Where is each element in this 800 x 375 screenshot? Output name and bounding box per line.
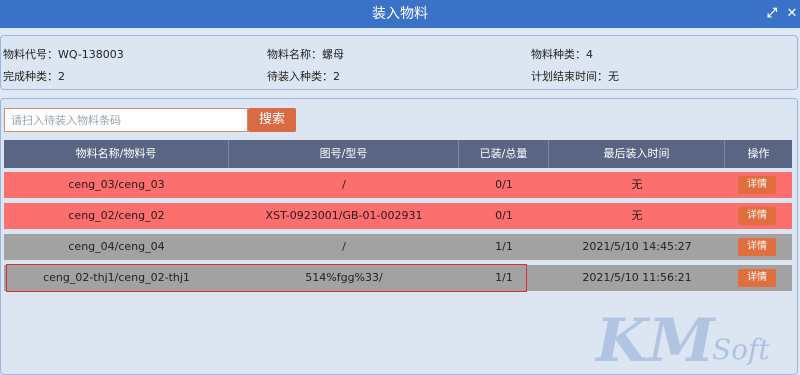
search-button[interactable]: 搜索	[248, 108, 296, 132]
material-name-cell: ceng_04/ceng_04	[68, 240, 165, 253]
quantity-cell: 1/1	[495, 240, 513, 253]
material-name-cell: ceng_03/ceng_03	[68, 178, 165, 191]
material-code: 物料代号：WQ-138003	[3, 48, 124, 61]
column-header-quantity: 已装/总量	[459, 140, 549, 168]
quantity-cell: 0/1	[495, 209, 513, 222]
material-name-cell: ceng_02-thj1/ceng_02-thj1	[43, 271, 190, 284]
column-header-last-time: 最后装入时间	[549, 140, 725, 168]
table-header: 物料名称/物料号 图号/型号 已装/总量 最后装入时间 操作	[4, 140, 792, 168]
last-load-time-cell: 无	[631, 209, 643, 222]
material-name-cell: ceng_02/ceng_02	[68, 209, 165, 222]
table-row: ceng_02-thj1/ceng_02-thj1 514%fgg%33/ 1/…	[4, 265, 792, 291]
quantity-cell: 0/1	[495, 178, 513, 191]
close-icon[interactable]: ✕	[784, 6, 800, 22]
watermark-text: Soft	[712, 333, 770, 366]
quantity-cell: 1/1	[495, 271, 513, 284]
drawing-model-cell: /	[342, 178, 346, 191]
details-button[interactable]: 详情	[738, 238, 776, 256]
material-kinds: 物料种类：4	[531, 48, 593, 61]
details-button[interactable]: 详情	[738, 207, 776, 225]
details-button[interactable]: 详情	[738, 269, 776, 287]
material-info-panel: 物料代号：WQ-138003 物料名称：螺母 物料种类：4 完成种类：2 待装入…	[0, 35, 798, 90]
column-header-name: 物料名称/物料号	[4, 140, 229, 168]
maximize-icon[interactable]: ⤢	[764, 6, 780, 22]
window-title: 装入物料	[372, 6, 428, 22]
table-row: ceng_03/ceng_03 / 0/1 无 详情	[4, 172, 792, 198]
watermark-letters: KM	[594, 306, 716, 367]
pending-kinds: 待装入种类：2	[267, 70, 340, 83]
table-row: ceng_04/ceng_04 / 1/1 2021/5/10 14:45:27…	[4, 234, 792, 260]
kmsoft-watermark-logo: KM Soft	[594, 306, 770, 367]
barcode-scan-input[interactable]	[4, 108, 248, 132]
material-name: 物料名称：螺母	[267, 48, 344, 61]
last-load-time-cell: 无	[631, 178, 643, 191]
column-header-model: 图号/型号	[229, 140, 459, 168]
last-load-time-cell: 2021/5/10 14:45:27	[582, 240, 692, 253]
window-titlebar: 装入物料 ⤢ ✕	[0, 0, 800, 28]
drawing-model-cell: 514%fgg%33/	[305, 271, 383, 284]
drawing-model-cell: /	[342, 240, 346, 253]
completed-kinds: 完成种类：2	[3, 70, 65, 83]
drawing-model-cell: XST-0923001/GB-01-002931	[265, 209, 423, 222]
table-row: ceng_02/ceng_02 XST-0923001/GB-01-002931…	[4, 203, 792, 229]
last-load-time-cell: 2021/5/10 11:56:21	[582, 271, 692, 284]
column-header-action: 操作	[747, 147, 770, 160]
planned-end-time: 计划结束时间：无	[531, 70, 619, 83]
details-button[interactable]: 详情	[738, 176, 776, 194]
